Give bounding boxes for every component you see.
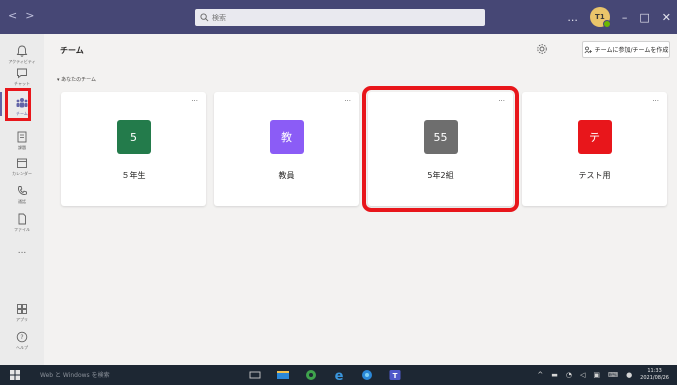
rail-label: アクティビティ bbox=[8, 59, 36, 64]
svg-text:T: T bbox=[393, 372, 398, 380]
more-options-button[interactable]: ... bbox=[567, 11, 578, 24]
clock-date: 2021/08/26 bbox=[640, 375, 669, 381]
taskbar-apps: e T bbox=[248, 368, 402, 382]
nav-arrows: < > bbox=[8, 9, 34, 22]
windows-taskbar: Web と Windows を検索 e T ^ ▬ ◔ ◁ ▣ ⌨ ● 11:3… bbox=[0, 365, 677, 385]
rail-item-apps[interactable]: アプリ bbox=[0, 302, 44, 323]
card-more-button[interactable]: ... bbox=[652, 95, 659, 103]
system-tray: ^ ▬ ◔ ◁ ▣ ⌨ ● 11:33 2021/08/26 bbox=[537, 368, 669, 382]
svg-text:e: e bbox=[335, 369, 344, 382]
chat-icon bbox=[17, 68, 27, 79]
rail-item-calls[interactable]: 通話 bbox=[0, 184, 44, 205]
rail-label: カレンダー bbox=[12, 171, 32, 176]
rail-label: ファイル bbox=[14, 227, 30, 232]
message-icon[interactable]: ▣ bbox=[593, 371, 600, 379]
rail-label: アプリ bbox=[16, 317, 28, 322]
assignments-icon bbox=[17, 131, 27, 143]
phone-icon bbox=[17, 186, 27, 195]
page-header: チーム チームに参加/チームを作成 bbox=[44, 34, 677, 66]
calendar-icon bbox=[17, 158, 27, 168]
team-name: 教員 bbox=[278, 171, 295, 180]
notification-icon[interactable]: ● bbox=[626, 371, 632, 379]
forward-button[interactable]: > bbox=[25, 9, 34, 22]
team-tile-text: 5 bbox=[130, 130, 137, 144]
edge-icon[interactable]: e bbox=[332, 368, 346, 382]
search-box[interactable] bbox=[195, 9, 485, 26]
rail-label: ヘルプ bbox=[16, 345, 28, 350]
help-icon: ? bbox=[16, 331, 28, 343]
rail-label: 通話 bbox=[18, 199, 26, 204]
rail-label: 課題 bbox=[18, 145, 26, 150]
svg-text:?: ? bbox=[20, 334, 23, 341]
minimize-button[interactable]: – bbox=[622, 11, 628, 24]
keyboard-icon[interactable]: ⌨ bbox=[608, 371, 618, 379]
teams-window: < > ... T1 – □ ✕ アクティビティ チャット チーム bbox=[0, 0, 677, 385]
back-button[interactable]: < bbox=[8, 9, 17, 22]
title-bar: < > ... T1 – □ ✕ bbox=[0, 0, 677, 34]
store-icon[interactable] bbox=[304, 368, 318, 382]
rail-label: チャット bbox=[14, 81, 30, 86]
close-button[interactable]: ✕ bbox=[662, 11, 671, 24]
search-icon bbox=[200, 13, 209, 22]
team-tile-text: テ bbox=[589, 131, 600, 144]
card-more-button[interactable]: ... bbox=[191, 95, 198, 103]
maximize-button[interactable]: □ bbox=[639, 11, 649, 24]
file-icon bbox=[18, 213, 26, 225]
clock-time: 11:33 bbox=[647, 368, 662, 374]
avatar-initials: T1 bbox=[595, 13, 605, 21]
team-tile: 教 bbox=[269, 120, 304, 154]
rail-item-activity[interactable]: アクティビティ bbox=[0, 44, 44, 65]
network-icon[interactable]: ◔ bbox=[566, 371, 572, 379]
rail-item-assignments[interactable]: 課題 bbox=[0, 130, 44, 151]
rail-item-help[interactable]: ? ヘルプ bbox=[0, 330, 44, 351]
team-name: テスト用 bbox=[578, 171, 611, 180]
more-icon: ... bbox=[17, 246, 27, 256]
team-tile: 5 bbox=[116, 120, 151, 154]
your-teams-section-toggle[interactable]: ▾ あなたのチーム bbox=[57, 76, 96, 83]
team-tile-text: 教 bbox=[281, 131, 292, 144]
windows-start-icon[interactable] bbox=[10, 370, 20, 380]
bell-icon bbox=[16, 45, 28, 57]
team-name: ５年生 bbox=[121, 171, 146, 180]
rail-item-more[interactable]: ... bbox=[0, 246, 44, 256]
rail-item-chat[interactable]: チャット bbox=[0, 66, 44, 87]
battery-icon[interactable]: ▬ bbox=[551, 371, 558, 379]
team-card-highlighted[interactable]: ... 55 5年2組 bbox=[362, 86, 519, 212]
page-title: チーム bbox=[60, 46, 84, 55]
teams-app-icon[interactable] bbox=[360, 368, 374, 382]
clock[interactable]: 11:33 2021/08/26 bbox=[640, 368, 669, 382]
team-card[interactable]: ... テ テスト用 bbox=[522, 92, 667, 206]
search-input[interactable] bbox=[212, 13, 462, 22]
volume-icon[interactable]: ◁ bbox=[580, 371, 585, 379]
avatar[interactable]: T1 bbox=[589, 7, 611, 28]
taskbar-search[interactable]: Web と Windows を検索 bbox=[40, 370, 110, 379]
team-card[interactable]: ... 教 教員 bbox=[214, 92, 359, 206]
rail-highlight-box bbox=[5, 88, 31, 121]
join-or-create-team-button[interactable]: チームに参加/チームを作成 bbox=[582, 41, 670, 58]
chevron-up-icon[interactable]: ^ bbox=[537, 371, 543, 379]
rail-item-calendar[interactable]: カレンダー bbox=[0, 156, 44, 177]
add-team-icon bbox=[584, 46, 592, 53]
team-card[interactable]: ... 5 ５年生 bbox=[61, 92, 206, 206]
team-tile-text: 55 bbox=[433, 130, 448, 144]
card-more-button[interactable]: ... bbox=[498, 95, 505, 103]
rail-item-files[interactable]: ファイル bbox=[0, 212, 44, 233]
card-more-button[interactable]: ... bbox=[344, 95, 351, 103]
app-rail: アクティビティ チャット チーム 課題 カレンダー 通話 ファイル ... アプ… bbox=[0, 34, 44, 365]
file-explorer-icon[interactable] bbox=[276, 368, 290, 382]
team-name: 5年2組 bbox=[427, 171, 454, 180]
team-tile: 55 bbox=[423, 120, 458, 154]
join-button-label: チームに参加/チームを作成 bbox=[594, 47, 669, 54]
teams-taskbar-icon[interactable]: T bbox=[388, 368, 402, 382]
team-tile: テ bbox=[577, 120, 612, 154]
task-view-icon[interactable] bbox=[248, 368, 262, 382]
gear-icon[interactable] bbox=[536, 43, 548, 55]
apps-icon bbox=[17, 304, 27, 314]
titlebar-controls: ... T1 – □ ✕ bbox=[567, 7, 671, 28]
